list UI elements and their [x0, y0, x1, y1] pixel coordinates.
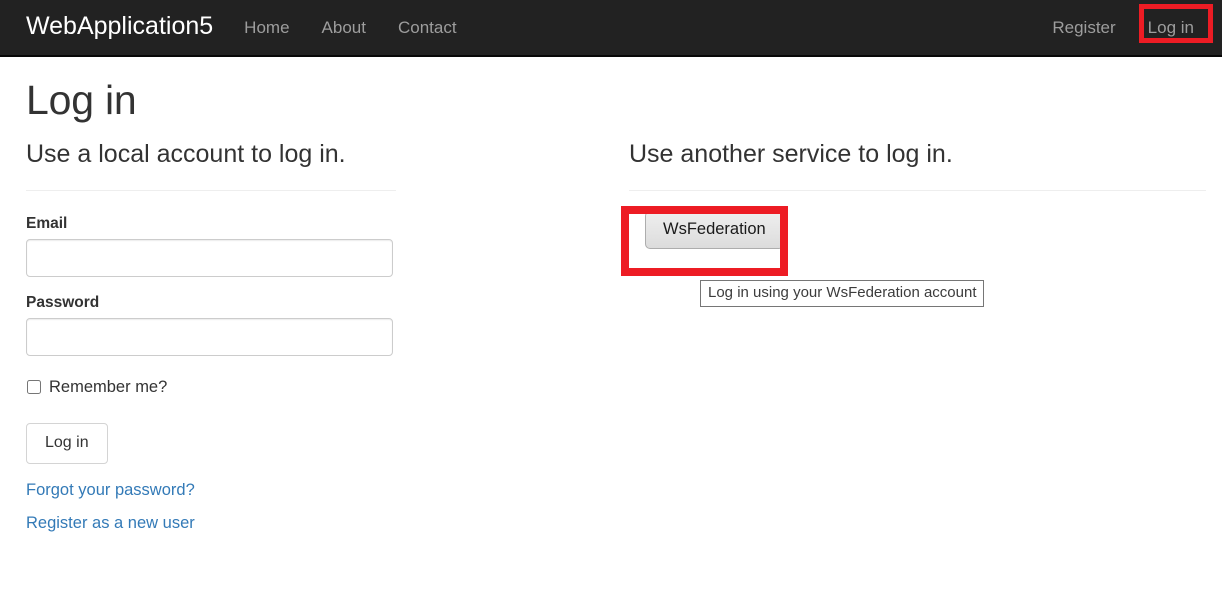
- password-form-group: Password: [26, 293, 396, 356]
- external-login-heading: Use another service to log in.: [629, 141, 1206, 169]
- forgot-password-row: Forgot your password?: [26, 480, 396, 500]
- account-nav: Register Log in: [1036, 0, 1210, 57]
- email-label: Email: [26, 214, 396, 234]
- local-login-heading: Use a local account to log in.: [26, 141, 396, 169]
- brand-link[interactable]: WebApplication5: [0, 0, 228, 52]
- local-login-column: Use a local account to log in. Email Pas…: [15, 141, 411, 533]
- remember-me-checkbox[interactable]: [27, 380, 41, 394]
- password-label: Password: [26, 293, 396, 313]
- remember-me-row: Remember me?: [26, 377, 396, 397]
- nav-link-register[interactable]: Register: [1036, 0, 1131, 57]
- register-new-user-link[interactable]: Register as a new user: [26, 514, 195, 532]
- external-providers: WsFederation: [629, 211, 1206, 250]
- nav-link-home[interactable]: Home: [228, 0, 305, 57]
- email-input[interactable]: [26, 239, 393, 277]
- nav-link-contact[interactable]: Contact: [382, 0, 473, 57]
- password-input[interactable]: [26, 318, 393, 356]
- primary-nav: Home About Contact: [228, 0, 472, 57]
- top-navbar: WebApplication5 Home About Contact Regis…: [0, 0, 1222, 57]
- nav-item-home: Home: [228, 0, 305, 57]
- nav-link-login[interactable]: Log in: [1132, 0, 1210, 57]
- external-login-column: Use another service to log in. WsFederat…: [624, 141, 1206, 533]
- wsfederation-tooltip: Log in using your WsFederation account: [700, 280, 984, 307]
- wsfederation-button[interactable]: WsFederation: [645, 211, 784, 250]
- nav-item-register: Register: [1036, 0, 1131, 57]
- navbar-inner: WebApplication5 Home About Contact Regis…: [0, 0, 1222, 55]
- login-submit-button[interactable]: Log in: [26, 423, 108, 464]
- email-form-group: Email: [26, 214, 396, 277]
- nav-item-login: Log in: [1132, 0, 1210, 57]
- external-divider: [629, 190, 1206, 191]
- nav-item-about: About: [306, 0, 382, 57]
- login-row: Use a local account to log in. Email Pas…: [15, 141, 1207, 533]
- column-spacer: [411, 141, 624, 533]
- register-new-user-row: Register as a new user: [26, 513, 396, 533]
- local-divider: [26, 190, 396, 191]
- nav-link-about[interactable]: About: [306, 0, 382, 57]
- page-title: Log in: [26, 78, 1207, 123]
- forgot-password-link[interactable]: Forgot your password?: [26, 481, 195, 499]
- page-container: Log in Use a local account to log in. Em…: [0, 78, 1222, 533]
- nav-item-contact: Contact: [382, 0, 473, 57]
- remember-me-label[interactable]: Remember me?: [49, 377, 167, 397]
